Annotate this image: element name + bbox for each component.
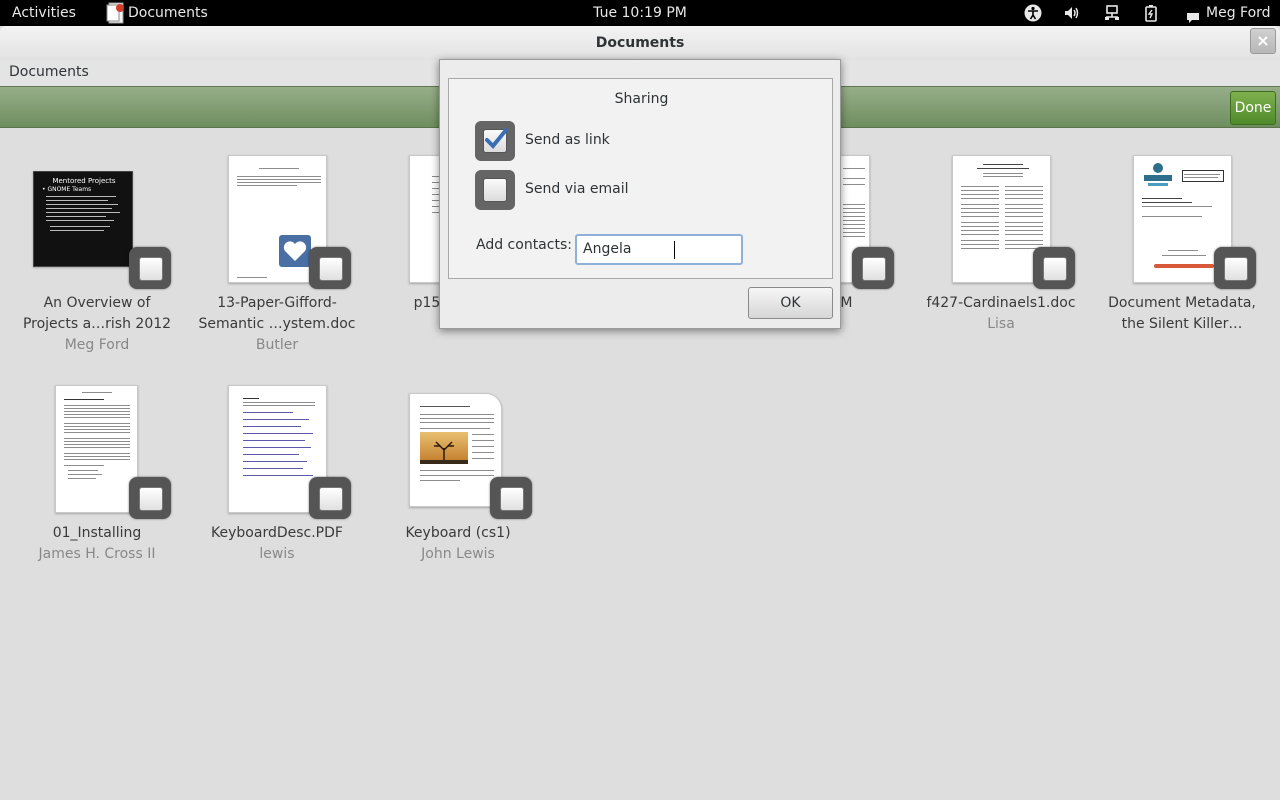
- done-button[interactable]: Done: [1230, 91, 1276, 125]
- dialog-title: Sharing: [614, 91, 669, 107]
- document-author: Meg Ford: [64, 337, 130, 353]
- sharing-dialog: Sharing Send as link Send via email Add …: [439, 59, 841, 329]
- sunset-tree-image: [420, 432, 468, 464]
- window-title: Documents: [595, 35, 685, 51]
- user-name: Meg Ford: [1206, 5, 1271, 21]
- clock[interactable]: Tue 10:19 PM: [0, 0, 1280, 26]
- document-author: James H. Cross II: [38, 546, 156, 562]
- document-title: 13-Paper-Gifford-: [217, 295, 337, 311]
- send-as-link-checkbox[interactable]: [475, 121, 515, 161]
- ok-button[interactable]: OK: [748, 287, 833, 319]
- selection-checkbox[interactable]: [1033, 247, 1075, 289]
- document-title-line2: the Silent Killer…: [1121, 316, 1243, 332]
- document-author: Butler: [255, 337, 299, 353]
- selection-checkbox[interactable]: [309, 477, 351, 519]
- selection-checkbox[interactable]: [852, 247, 894, 289]
- window-titlebar[interactable]: Documents ×: [0, 26, 1280, 60]
- document-author: Lisa: [987, 316, 1015, 332]
- document-author: John Lewis: [421, 546, 495, 562]
- network-icon[interactable]: [1103, 4, 1121, 22]
- close-button[interactable]: ×: [1250, 28, 1276, 54]
- document-title: f427-Cardinaels1.doc: [926, 295, 1076, 311]
- chat-icon: [1186, 7, 1200, 23]
- user-menu[interactable]: Meg Ford: [1186, 0, 1271, 26]
- text-caret: [674, 241, 675, 259]
- sharing-frame: Sharing Send as link Send via email Add …: [448, 78, 833, 279]
- add-contacts-label: Add contacts:: [476, 237, 572, 253]
- document-thumbnail: [55, 385, 138, 513]
- send-via-email-checkbox[interactable]: [475, 170, 515, 210]
- document-title: Document Metadata,: [1108, 295, 1256, 311]
- thumb-bullet: • GNOME Teams: [42, 186, 92, 193]
- thumb-heading: Mentored Projects: [52, 177, 116, 185]
- document-thumbnail: [409, 393, 502, 507]
- document-thumbnail: Mentored Projects • GNOME Teams: [33, 171, 133, 267]
- top-panel: Activities Documents Tue 10:19 PM Meg Fo…: [0, 0, 1280, 26]
- document-title: An Overview of: [43, 295, 151, 311]
- documents-menu[interactable]: Documents: [9, 64, 89, 80]
- contacts-input-value: Angela: [583, 241, 632, 257]
- document-title: Keyboard (cs1): [405, 525, 511, 541]
- selection-checkbox[interactable]: [129, 247, 171, 289]
- favorite-heart-icon: [279, 235, 311, 267]
- reading-room-logo: [1142, 162, 1174, 190]
- send-as-link-label[interactable]: Send as link: [525, 132, 610, 148]
- volume-icon[interactable]: [1063, 4, 1081, 22]
- selection-checkbox[interactable]: [309, 247, 351, 289]
- selection-checkbox[interactable]: [490, 477, 532, 519]
- accessibility-icon[interactable]: [1024, 4, 1042, 22]
- selection-checkbox[interactable]: [1214, 247, 1256, 289]
- document-title: KeyboardDesc.PDF: [211, 525, 343, 541]
- contacts-input[interactable]: Angela: [575, 234, 743, 265]
- document-title: 01_Installing: [52, 525, 142, 541]
- document-title-line2: Semantic …ystem.doc: [198, 316, 356, 332]
- document-title-line2: Projects a…rish 2012: [22, 316, 172, 332]
- checkmark-icon: [485, 128, 508, 149]
- document-author: lewis: [259, 546, 295, 562]
- battery-icon[interactable]: [1142, 4, 1160, 22]
- send-via-email-label[interactable]: Send via email: [525, 181, 629, 197]
- selection-checkbox[interactable]: [129, 477, 171, 519]
